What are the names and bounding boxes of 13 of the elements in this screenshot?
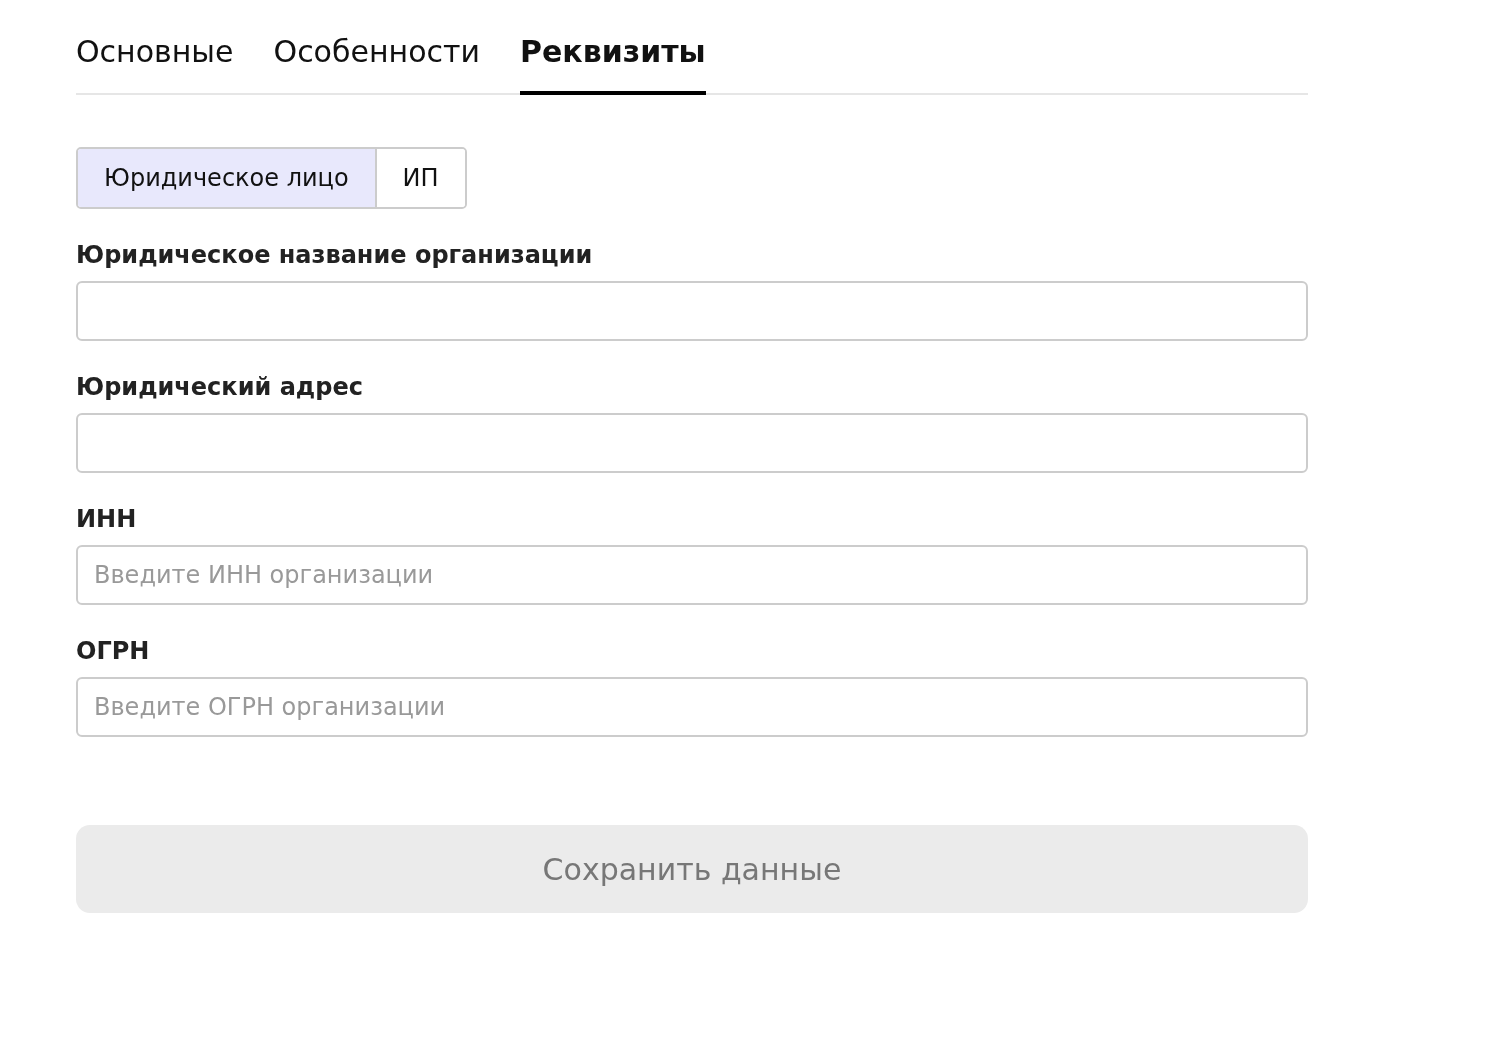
field-label: Юридическое название организации [76, 241, 594, 269]
segment-button[interactable]: ИП [374, 149, 465, 207]
input-field[interactable] [76, 281, 1308, 341]
input-field[interactable]: Введите ИНН организации [76, 545, 1308, 605]
input-field[interactable]: Введите ОГРН организации [76, 677, 1308, 737]
field-label: ОГРН [76, 637, 151, 665]
field-label: Юридический адрес [76, 373, 364, 401]
tab[interactable]: Реквизиты [520, 26, 706, 95]
tab[interactable]: Основные [76, 26, 234, 95]
input-field[interactable] [76, 413, 1308, 473]
field-label: ИНН [76, 505, 138, 533]
tab[interactable]: Особенности [273, 26, 480, 95]
segment-button[interactable]: Юридическое лицо [78, 149, 375, 207]
